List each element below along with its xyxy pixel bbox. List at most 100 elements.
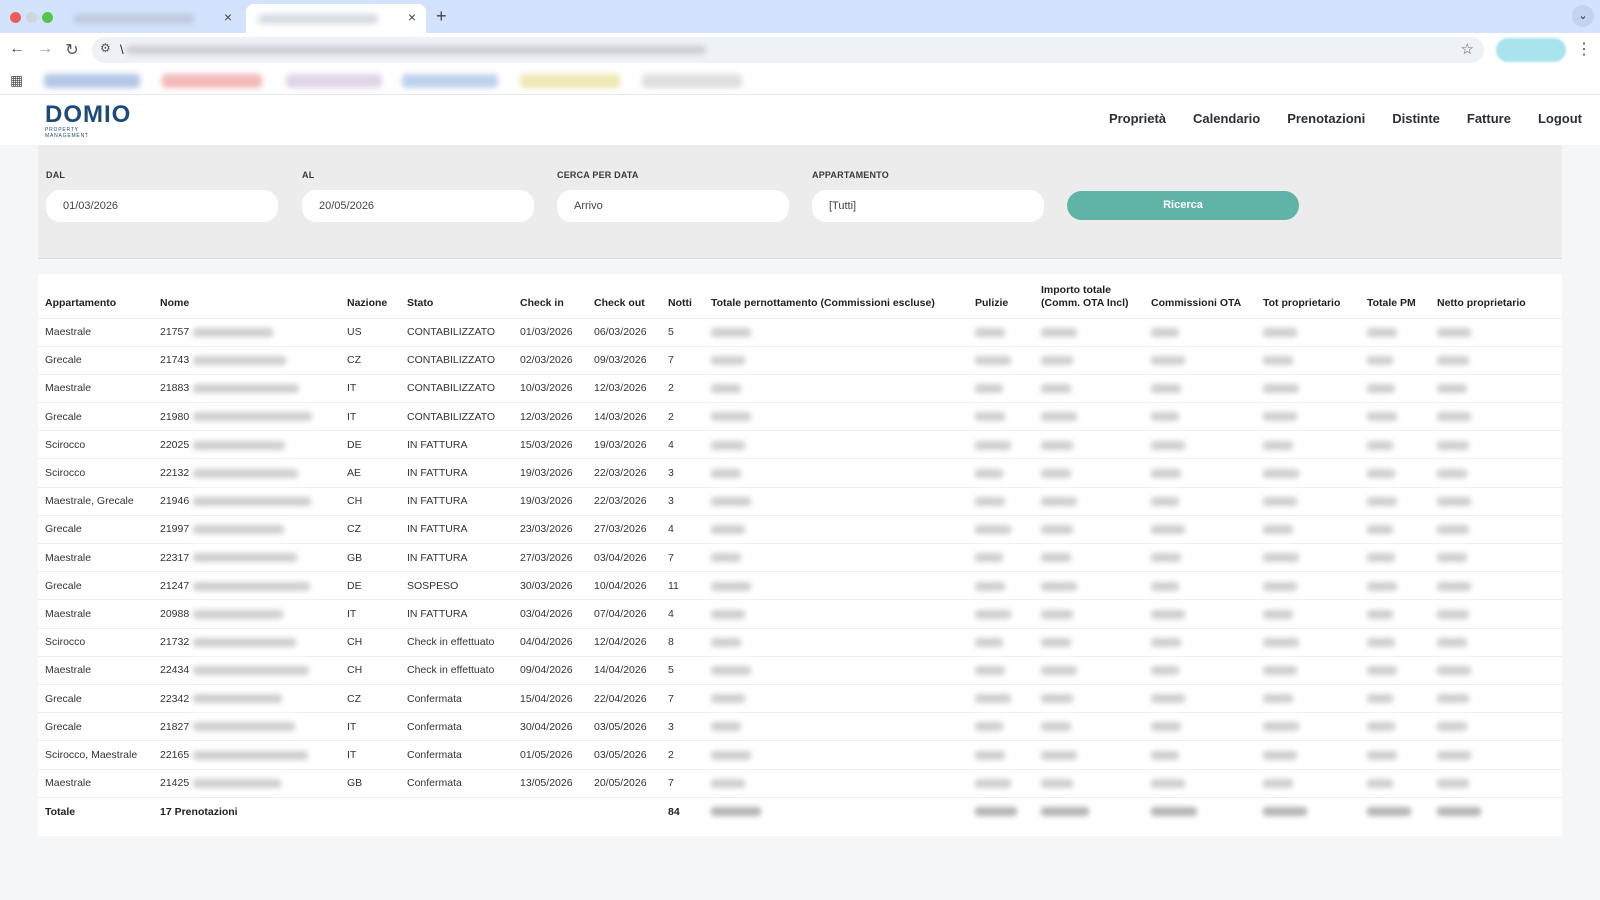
browser-tab[interactable]: × bbox=[62, 4, 242, 33]
bookmark-item[interactable] bbox=[286, 74, 382, 88]
profile-button[interactable] bbox=[1496, 38, 1566, 62]
redacted-value bbox=[711, 496, 751, 506]
date-to-input[interactable]: 20/05/2026 bbox=[302, 190, 534, 222]
nav-distinte[interactable]: Distinte bbox=[1392, 111, 1440, 126]
table-row[interactable]: Grecale 21827 IT Confermata 30/04/2026 03/05/… bbox=[38, 712, 1562, 741]
redacted-value bbox=[975, 807, 1017, 817]
redacted-value bbox=[1041, 581, 1077, 591]
new-tab-icon[interactable]: + bbox=[436, 6, 447, 27]
cell-amount bbox=[1360, 458, 1430, 488]
cell-amount bbox=[1430, 768, 1562, 798]
date-from-input[interactable]: 01/03/2026 bbox=[46, 190, 278, 222]
cell-nazione: GB bbox=[340, 768, 400, 798]
cell-nome: 22434 bbox=[153, 655, 340, 685]
browser-tab-active[interactable]: × bbox=[246, 4, 426, 33]
redacted-value bbox=[1367, 722, 1395, 732]
table-row[interactable]: Scirocco 22025 DE IN FATTURA 15/03/2026 19/03… bbox=[38, 430, 1562, 459]
close-tab-icon[interactable]: × bbox=[224, 9, 232, 25]
cell-amount bbox=[1430, 571, 1562, 600]
bookmark-item[interactable] bbox=[520, 74, 620, 88]
redacted-value bbox=[1263, 553, 1299, 563]
cell-checkin-text: 13/05/2026 bbox=[520, 777, 573, 790]
window-minimize-button[interactable] bbox=[26, 12, 37, 23]
table-row[interactable]: Grecale 21980 IT CONTABILIZZATO 12/03/2026 14… bbox=[38, 402, 1562, 431]
table-row[interactable]: Grecale 21247 DE SOSPESO 30/03/2026 10/04/202… bbox=[38, 571, 1562, 600]
tab-search-icon[interactable]: ⌄ bbox=[1572, 5, 1594, 27]
cell-amount bbox=[1256, 571, 1360, 600]
forward-arrow-icon[interactable]: → bbox=[35, 40, 55, 58]
nav-proprieta[interactable]: Proprietà bbox=[1109, 111, 1166, 126]
cell-nazione-text: AE bbox=[347, 467, 362, 480]
cell-stato-text: IN FATTURA bbox=[407, 438, 468, 451]
cell-amount bbox=[1430, 542, 1562, 572]
table-row[interactable]: Maestrale 22434 CH Check in effettuato 09/04… bbox=[38, 655, 1562, 685]
cell-amount bbox=[1034, 599, 1144, 629]
table-row[interactable]: Scirocco 22132 AE IN FATTURA 19/03/2026 22/03… bbox=[38, 458, 1562, 488]
redacted-value bbox=[975, 412, 1005, 422]
cell-checkout: 09/03/2026 bbox=[587, 345, 661, 375]
cell-amount bbox=[1256, 599, 1360, 629]
cell-notti: 4 bbox=[661, 430, 704, 459]
table-row[interactable]: Maestrale 20988 IT IN FATTURA 03/04/2026 07/0… bbox=[38, 599, 1562, 629]
cell-appartamento: Maestrale bbox=[38, 655, 153, 685]
bookmark-item[interactable] bbox=[44, 74, 140, 88]
redacted-value bbox=[1041, 412, 1077, 422]
address-bar[interactable]: ⚙ \ ☆ bbox=[92, 37, 1484, 63]
cell-stato-text: IN FATTURA bbox=[407, 495, 468, 508]
cell-amount bbox=[1430, 655, 1562, 685]
reload-icon[interactable]: ↻ bbox=[62, 40, 82, 60]
bookmark-item[interactable] bbox=[642, 74, 742, 88]
logo-wordmark: DOMIO bbox=[45, 101, 132, 128]
bookmark-star-icon[interactable]: ☆ bbox=[1461, 40, 1474, 58]
cell-nazione-text: CH bbox=[347, 664, 363, 677]
cell-notti-text: 2 bbox=[668, 748, 674, 761]
cell-nazione-text: IT bbox=[347, 382, 357, 395]
cell-amount bbox=[1034, 571, 1144, 600]
close-tab-icon[interactable]: × bbox=[408, 9, 416, 25]
table-row[interactable]: Maestrale 21883 IT CONTABILIZZATO 10/03/2026… bbox=[38, 373, 1562, 403]
cell-amount bbox=[1144, 542, 1256, 572]
window-close-button[interactable] bbox=[10, 12, 21, 23]
search-by-date-select[interactable]: Arrivo bbox=[557, 190, 789, 222]
nav-logout[interactable]: Logout bbox=[1538, 111, 1582, 126]
cell-checkout: 10/04/2026 bbox=[587, 571, 661, 600]
guest-name-redacted bbox=[193, 440, 286, 450]
cell-stato-text: Confermata bbox=[407, 748, 462, 761]
cell-amount bbox=[704, 402, 968, 431]
back-arrow-icon[interactable]: ← bbox=[7, 40, 27, 58]
nav-prenotazioni[interactable]: Prenotazioni bbox=[1287, 111, 1365, 126]
table-row[interactable]: Maestrale 22317 GB IN FATTURA 27/03/2026 03/0… bbox=[38, 542, 1562, 572]
nav-calendario[interactable]: Calendario bbox=[1193, 111, 1260, 126]
domio-logo[interactable]: DOMIO PROPERTY MANAGEMENT bbox=[45, 101, 132, 140]
bookmark-item[interactable] bbox=[402, 74, 498, 88]
redacted-value bbox=[975, 722, 1003, 732]
nav-fatture[interactable]: Fatture bbox=[1467, 111, 1511, 126]
redacted-value bbox=[1151, 637, 1181, 647]
cell-nome-text: 21827 bbox=[160, 720, 190, 733]
redacted-value bbox=[1263, 778, 1293, 788]
site-settings-icon[interactable]: ⚙ bbox=[100, 41, 111, 55]
table-row[interactable]: Scirocco 21732 CH Check in effettuato 04/04/… bbox=[38, 627, 1562, 657]
apartment-select[interactable]: [Tutti] bbox=[812, 190, 1044, 222]
cell-checkout-text: 07/04/2026 bbox=[594, 607, 647, 620]
cell-amount bbox=[1360, 514, 1430, 544]
window-maximize-button[interactable] bbox=[42, 12, 53, 23]
search-button[interactable]: Ricerca bbox=[1067, 191, 1299, 220]
cell-amount bbox=[704, 486, 968, 516]
table-row[interactable]: Maestrale 21425 GB Confermata 13/05/2026 20/0… bbox=[38, 768, 1562, 798]
redacted-value bbox=[1151, 694, 1185, 704]
redacted-value bbox=[975, 666, 1005, 676]
browser-menu-icon[interactable]: ⋮ bbox=[1576, 39, 1592, 59]
table-row[interactable]: Maestrale, Grecale 21946 CH IN FATTURA 19/03… bbox=[38, 486, 1562, 516]
table-row[interactable]: Scirocco, Maestrale 22165 IT Confermata 01/0… bbox=[38, 740, 1562, 769]
guest-name-redacted bbox=[193, 609, 284, 619]
table-row[interactable]: Grecale 22342 CZ Confermata 15/04/2026 22/04/… bbox=[38, 683, 1562, 713]
table-row[interactable]: Maestrale 21757 US CONTABILIZZATO 01/03/2026… bbox=[38, 317, 1562, 347]
cell-checkout: 07/04/2026 bbox=[587, 599, 661, 629]
apps-grid-icon[interactable]: ▦ bbox=[10, 72, 23, 89]
table-row[interactable]: Grecale 21997 CZ IN FATTURA 23/03/2026 27/03/… bbox=[38, 514, 1562, 544]
bookmark-item[interactable] bbox=[162, 74, 262, 88]
table-row[interactable]: Grecale 21743 CZ CONTABILIZZATO 02/03/2026 09… bbox=[38, 345, 1562, 375]
cell-amount bbox=[704, 542, 968, 572]
redacted-value bbox=[1041, 327, 1077, 337]
